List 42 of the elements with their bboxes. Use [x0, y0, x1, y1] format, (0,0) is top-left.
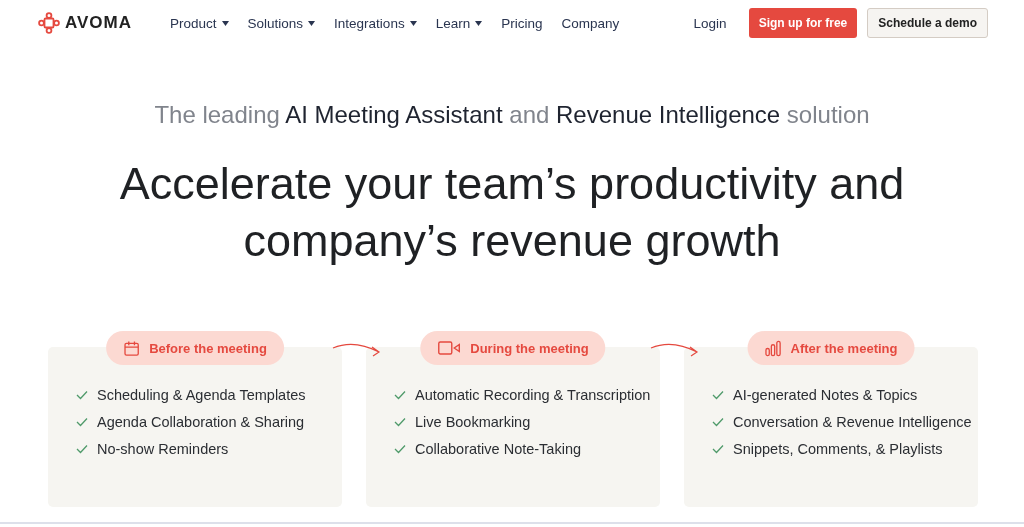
check-icon	[394, 390, 406, 400]
feature-text: Snippets, Comments, & Playlists	[733, 441, 943, 457]
caret-icon	[221, 20, 229, 26]
feature-text: Agenda Collaboration & Sharing	[97, 414, 305, 430]
check-icon	[76, 417, 88, 427]
calendar-icon	[123, 339, 141, 357]
headline: Accelerate your team’s productivity and	[119, 158, 905, 209]
demo-button[interactable]: Schedule a demo	[867, 8, 988, 38]
check-icon	[712, 444, 724, 454]
caret-icon	[409, 20, 417, 26]
stage-title: After the meeting	[790, 340, 898, 356]
feature-text: Automatic Recording & Transcription	[415, 387, 651, 403]
nav-link[interactable]: Product	[170, 15, 229, 31]
check-icon	[76, 444, 88, 454]
nav-link[interactable]: Learn	[435, 15, 483, 31]
nav-link[interactable]: Solutions	[247, 15, 316, 31]
feature-text: Collaborative Note-Taking	[415, 441, 582, 457]
brand-name[interactable]: AVOMA	[65, 13, 132, 33]
login-link[interactable]: Login	[693, 15, 727, 31]
check-icon	[76, 390, 88, 400]
nav-link[interactable]: Integrations	[334, 15, 417, 31]
feature-text: Conversation & Revenue Intelligence	[733, 414, 972, 430]
signup-button[interactable]: Sign up for free	[748, 8, 858, 38]
headline: company’s revenue growth	[243, 215, 781, 266]
video-camera-icon	[437, 340, 462, 356]
check-icon	[394, 444, 406, 454]
feature-text: Scheduling & Agenda Templates	[97, 387, 306, 403]
feature-text: No-show Reminders	[97, 441, 229, 457]
caret-icon	[308, 20, 316, 26]
stage-title: Before the meeting	[149, 340, 267, 356]
tagline: The leading AI Meeting Assistant and Revenue Intelligence solution	[154, 101, 870, 128]
caret-icon	[475, 20, 483, 26]
nav-link[interactable]: Company	[561, 15, 620, 31]
check-icon	[712, 390, 724, 400]
logo-icon[interactable]	[38, 12, 60, 34]
bar-chart-icon	[764, 339, 782, 357]
check-icon	[394, 417, 406, 427]
feature-text: Live Bookmarking	[415, 414, 531, 430]
feature-text: AI-generated Notes & Topics	[733, 387, 918, 403]
check-icon	[712, 417, 724, 427]
nav-link[interactable]: Pricing	[501, 15, 543, 31]
stage-title: During the meeting	[470, 340, 589, 356]
